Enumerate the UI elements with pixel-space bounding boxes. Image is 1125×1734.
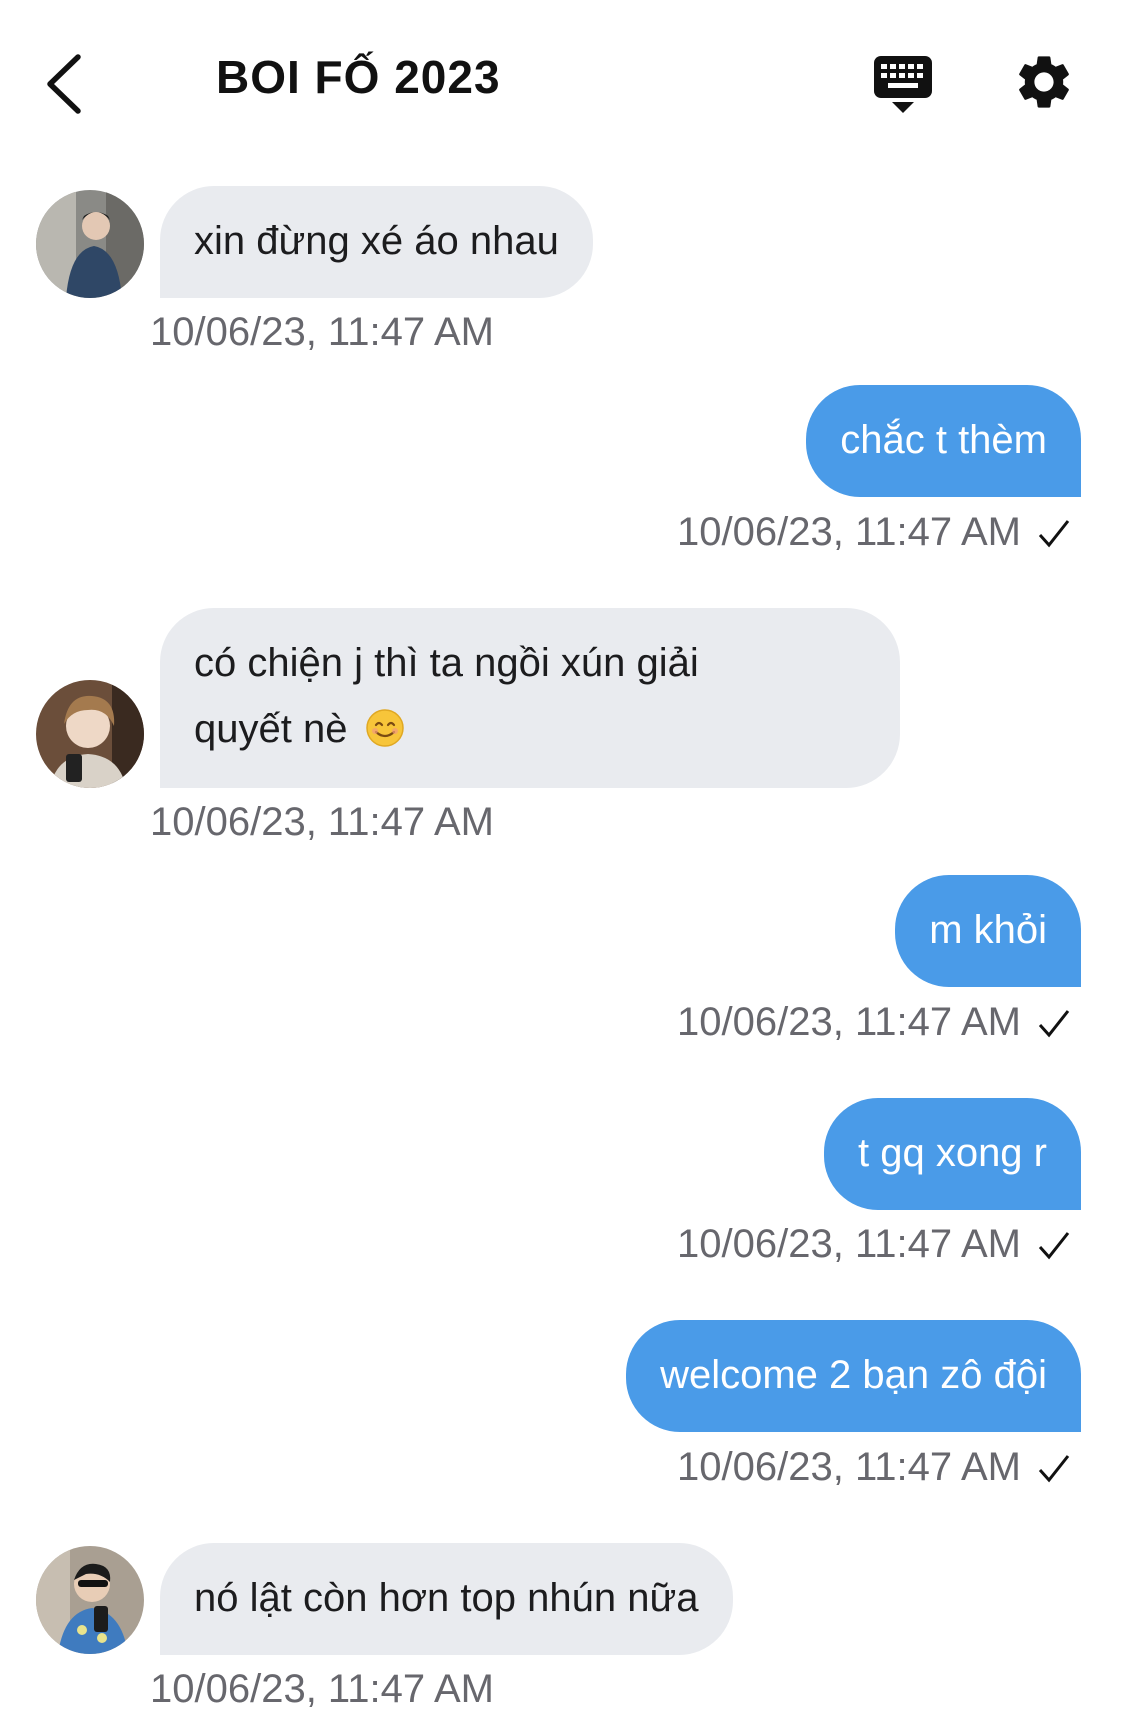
avatar[interactable] (36, 680, 144, 788)
message-timestamp: 10/06/23, 11:47 AM (150, 1667, 494, 1711)
message-text: chắc t thèm (840, 418, 1047, 462)
message-timestamp: 10/06/23, 11:47 AM (677, 1000, 1021, 1044)
chat-header: BOI FỐ 2023 (0, 0, 1125, 160)
message-text: có chiện j thì ta ngồi xún giải quyết nè (194, 630, 866, 762)
message-timestamp-row: 10/06/23, 11:47 AM (677, 510, 1071, 555)
message-bubble[interactable]: welcome 2 bạn zô đội (626, 1320, 1081, 1432)
message-timestamp: 10/06/23, 11:47 AM (677, 510, 1021, 554)
sent-check-icon (1038, 1231, 1070, 1259)
keyboard-icon (874, 56, 932, 113)
keyboard-toggle-button[interactable] (870, 52, 936, 118)
avatar[interactable] (36, 190, 144, 298)
message-text-line: quyết nè (194, 707, 348, 751)
message-bubble[interactable]: nó lật còn hơn top nhún nữa (160, 1543, 733, 1655)
message-bubble[interactable]: có chiện j thì ta ngồi xún giải quyết nè (160, 608, 900, 788)
message-timestamp: 10/06/23, 11:47 AM (677, 1445, 1021, 1489)
avatar[interactable] (36, 1546, 144, 1654)
message-timestamp: 10/06/23, 11:47 AM (150, 800, 494, 844)
message-text-line: có chiện j thì ta ngồi xún giải (194, 641, 699, 685)
message-bubble[interactable]: t gq xong r (823, 1098, 1081, 1210)
message-text: t gq xong r (857, 1131, 1047, 1175)
gear-icon (1019, 56, 1069, 108)
page-title: BOI FỐ 2023 (216, 51, 501, 103)
message-timestamp-row: 10/06/23, 11:47 AM (677, 1000, 1071, 1045)
message-bubble[interactable]: xin đừng xé áo nhau (160, 186, 593, 298)
back-button[interactable] (34, 44, 94, 124)
message-text: xin đừng xé áo nhau (194, 219, 559, 263)
message-text: m khỏi (929, 908, 1047, 952)
message-timestamp-row: 10/06/23, 11:47 AM (677, 1222, 1071, 1267)
sent-check-icon (1038, 1454, 1070, 1482)
message-timestamp-row: 10/06/23, 11:47 AM (677, 1445, 1071, 1490)
settings-button[interactable] (1012, 50, 1076, 114)
message-timestamp: 10/06/23, 11:47 AM (677, 1222, 1021, 1266)
sent-check-icon (1038, 519, 1070, 547)
message-text: welcome 2 bạn zô đội (660, 1353, 1047, 1397)
sent-check-icon (1038, 1009, 1070, 1037)
smiling-face-emoji (365, 709, 404, 747)
chevron-left-icon (47, 54, 81, 114)
message-timestamp: 10/06/23, 11:47 AM (150, 310, 494, 354)
message-text: nó lật còn hơn top nhún nữa (194, 1576, 699, 1620)
message-bubble[interactable]: m khỏi (895, 875, 1081, 987)
message-bubble[interactable]: chắc t thèm (806, 385, 1081, 497)
